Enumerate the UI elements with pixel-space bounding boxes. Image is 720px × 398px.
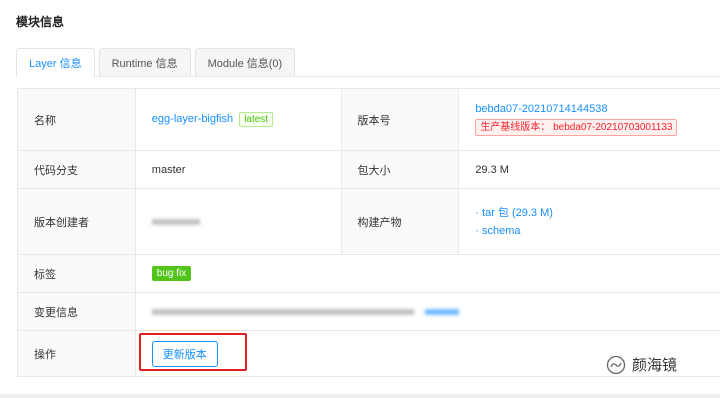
redacted-creator <box>151 218 200 225</box>
watermark: 颜海镜 <box>606 354 677 375</box>
name-label: 名称 <box>17 88 136 151</box>
tab-divider <box>16 76 720 77</box>
redacted-change-link <box>424 308 459 315</box>
tab-runtime-info[interactable]: Runtime 信息 <box>98 48 191 76</box>
tags-label: 标签 <box>17 254 136 293</box>
name-cell: egg-layer-bigfish latest <box>134 88 342 151</box>
bug-fix-tag: bug fix <box>151 266 192 281</box>
schema-artifact-link[interactable]: · schema <box>475 222 706 240</box>
change-label: 变更信息 <box>17 292 136 331</box>
table-row: 变更信息 <box>17 292 720 331</box>
latest-badge: latest <box>239 112 274 127</box>
section-title: 模块信息 <box>16 15 65 29</box>
tab-bar: Layer 信息 Runtime 信息 Module 信息(0) <box>16 48 299 77</box>
table-row: 标签 bug fix <box>17 254 720 293</box>
branch-value: master <box>134 150 342 189</box>
size-label: 包大小 <box>340 150 460 189</box>
version-cell: bebda07-20210714144538 生产基线版本： bebda07-2… <box>458 88 720 151</box>
version-label: 版本号 <box>340 88 460 151</box>
tar-artifact-link[interactable]: · tar 包 (29.3 M) <box>475 204 706 222</box>
size-value: 29.3 M <box>458 150 720 189</box>
wechat-icon <box>606 355 626 374</box>
layer-info-table: 名称 egg-layer-bigfish latest 版本号 bebda07-… <box>17 88 720 377</box>
page-bottom-border <box>0 394 720 398</box>
table-row: 名称 egg-layer-bigfish latest 版本号 bebda07-… <box>17 88 720 151</box>
baseline-version-badge: 生产基线版本： bebda07-20210703001133 <box>475 119 678 136</box>
artifacts-cell: · tar 包 (29.3 M) · schema <box>458 188 720 255</box>
action-label: 操作 <box>17 330 136 377</box>
table-row: 版本创建者 构建产物 · tar 包 (29.3 M) · schema <box>17 188 720 255</box>
tags-cell: bug fix <box>134 254 720 293</box>
creator-label: 版本创建者 <box>17 188 136 255</box>
redacted-change-text <box>151 308 414 315</box>
table-row: 代码分支 master 包大小 29.3 M <box>17 150 720 189</box>
branch-label: 代码分支 <box>17 150 136 189</box>
tab-module-info[interactable]: Module 信息(0) <box>194 48 296 76</box>
version-link[interactable]: bebda07-20210714144538 <box>475 103 706 115</box>
change-cell <box>134 292 720 331</box>
layer-name-link[interactable]: egg-layer-bigfish <box>152 113 233 125</box>
tab-layer-info[interactable]: Layer 信息 <box>16 48 95 77</box>
creator-value <box>134 188 342 255</box>
update-version-button[interactable]: 更新版本 <box>151 340 218 367</box>
artifacts-label: 构建产物 <box>340 188 460 255</box>
watermark-text: 颜海镜 <box>632 357 678 374</box>
